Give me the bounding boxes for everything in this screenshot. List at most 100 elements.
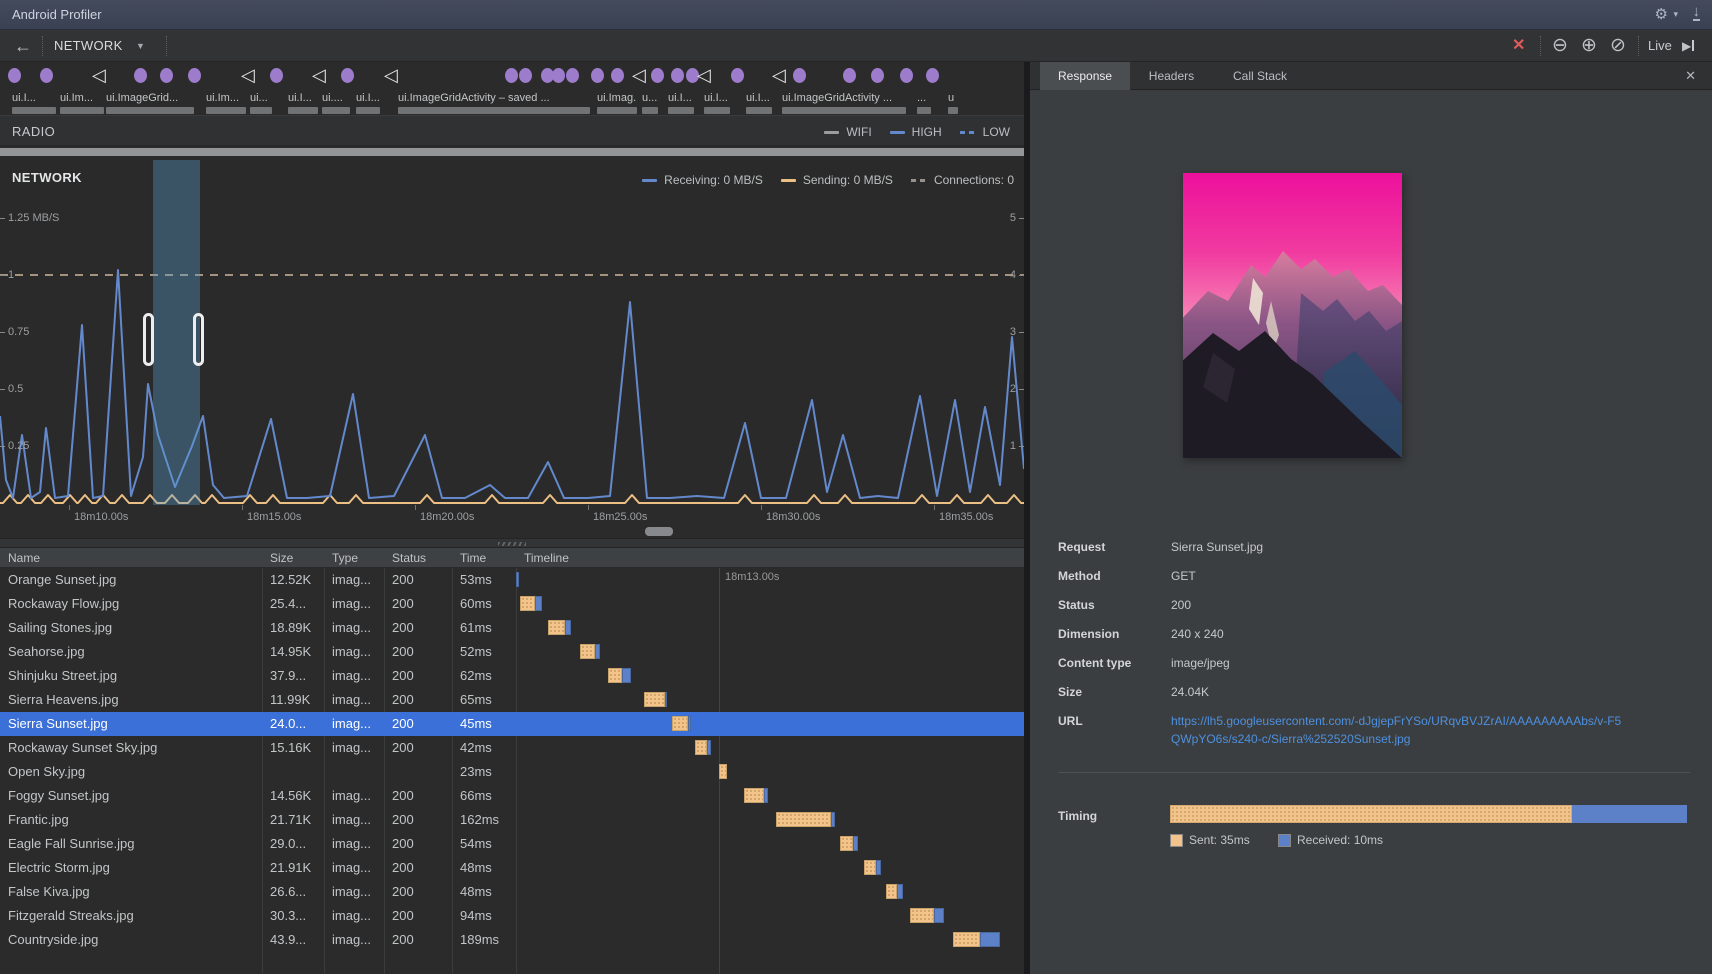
cell-status: 200 [392, 904, 450, 928]
timeline-received-bar [665, 692, 667, 707]
column-header-time[interactable]: Time [460, 548, 514, 568]
selection-handle-right[interactable] [193, 313, 204, 366]
table-row[interactable]: Shinjuku Street.jpg37.9...imag...20062ms [0, 664, 1024, 688]
zoom-in-icon[interactable]: ⊕ [1581, 30, 1597, 62]
cell-size: 14.56K [270, 784, 322, 808]
activity-label: ui.ImageGridActivity – saved ... [398, 92, 590, 105]
table-row[interactable]: Sierra Heavens.jpg11.99Kimag...20065ms [0, 688, 1024, 712]
y-axis-label: 1 [1010, 440, 1016, 452]
cell-type: imag... [332, 616, 382, 640]
timeline-sent-bar [840, 836, 853, 851]
activity-event-dot-icon [871, 68, 884, 83]
timeline-sent-bar [548, 620, 565, 635]
cell-name: Foggy Sunset.jpg [8, 784, 258, 808]
table-row[interactable]: Sailing Stones.jpg18.89Kimag...20061ms [0, 616, 1024, 640]
url-link[interactable]: https://lh5.googleusercontent.com/-dJgje… [1171, 714, 1621, 728]
url-link[interactable]: QWpYO6s/s240-c/Sierra%252520Sunset.jpg [1171, 732, 1410, 746]
cell-type: imag... [332, 904, 382, 928]
cell-status: 200 [392, 568, 450, 592]
tab-headers[interactable]: Headers [1131, 62, 1212, 90]
download-icon[interactable]: ↓ [1693, 5, 1701, 21]
cell-status: 200 [392, 688, 450, 712]
end-session-icon[interactable]: ✕ [1512, 30, 1525, 62]
x-axis-label: 18m20.00s [420, 511, 474, 523]
cell-size: 11.99K [270, 688, 322, 712]
cell-status: 200 [392, 832, 450, 856]
zoom-out-icon[interactable]: ⊖ [1552, 30, 1568, 62]
table-row[interactable]: Open Sky.jpg 23ms [0, 760, 1024, 784]
back-arrow-icon[interactable]: ← [14, 30, 32, 62]
timeline-received-bar [934, 908, 944, 923]
activity-event-dot-icon [900, 68, 913, 83]
y-axis-label: 1.25 MB/S [8, 212, 59, 224]
table-row[interactable]: Foggy Sunset.jpg14.56Kimag...20066ms [0, 784, 1024, 808]
cell-name: Shinjuku Street.jpg [8, 664, 258, 688]
detail-label: Size [1058, 685, 1082, 699]
column-header-name[interactable]: Name [8, 548, 260, 568]
cell-status: 200 [392, 664, 450, 688]
session-dropdown[interactable]: NETWORK [54, 30, 123, 62]
table-row[interactable]: Electric Storm.jpg21.91Kimag...20048ms [0, 856, 1024, 880]
timing-legend-received: Received: 10ms [1278, 833, 1383, 847]
table-row[interactable]: Rockaway Sunset Sky.jpg15.16Kimag...2004… [0, 736, 1024, 760]
y-axis-label: 1 [8, 269, 14, 281]
cell-time: 60ms [460, 592, 514, 616]
timing-bar [1170, 805, 1687, 823]
table-row[interactable]: Countryside.jpg43.9...imag...200189ms [0, 928, 1024, 952]
activity-label: ... [917, 92, 931, 105]
cell-time: 61ms [460, 616, 514, 640]
y-axis-tick [0, 275, 5, 276]
timeline-sent-bar [719, 764, 727, 779]
table-header: Name Size Type Status Time Timeline [0, 548, 1024, 568]
table-row[interactable]: Seahorse.jpg14.95Kimag...20052ms [0, 640, 1024, 664]
gear-caret-icon[interactable]: ▾ [1673, 9, 1678, 20]
legend-item: Sending: 0 MB/S [781, 173, 893, 187]
cell-time: 94ms [460, 904, 514, 928]
table-row[interactable]: Frantic.jpg21.71Kimag...200162ms [0, 808, 1024, 832]
column-header-size[interactable]: Size [270, 548, 322, 568]
table-row[interactable]: Fitzgerald Streaks.jpg30.3...imag...2009… [0, 904, 1024, 928]
details-divider [1058, 772, 1690, 773]
detail-value: GET [1171, 569, 1196, 583]
cell-size: 29.0... [270, 832, 322, 856]
cell-time: 23ms [460, 760, 514, 784]
received-legend-label: Received: 10ms [1297, 833, 1383, 847]
profiler-toolbar: ← NETWORK ▼ ✕ ⊖ ⊕ ⊘ Live ▶ [0, 30, 1712, 62]
tab-call-stack[interactable]: Call Stack [1215, 62, 1305, 90]
table-row[interactable]: Eagle Fall Sunrise.jpg29.0...imag...2005… [0, 832, 1024, 856]
cell-type: imag... [332, 856, 382, 880]
live-button[interactable]: Live [1648, 30, 1672, 62]
cell-status: 200 [392, 880, 450, 904]
legend-swatch-icon [824, 131, 839, 134]
toolbar-separator [42, 36, 43, 56]
column-header-type[interactable]: Type [332, 548, 382, 568]
table-row[interactable]: Orange Sunset.jpg12.52Kimag...20053ms [0, 568, 1024, 592]
network-chart[interactable]: NETWORK Receiving: 0 MB/SSending: 0 MB/S… [0, 160, 1024, 505]
table-row[interactable]: Sierra Sunset.jpg24.0...imag...20045ms [0, 712, 1024, 736]
y-axis-tick [0, 332, 5, 333]
activity-lifetime-bar [106, 107, 194, 114]
back-event-triangle-icon: ◁ [312, 63, 326, 87]
sent-swatch-icon [1170, 834, 1183, 847]
activity-event-dot-icon [188, 68, 201, 83]
column-header-status[interactable]: Status [392, 548, 450, 568]
selection-handle-left[interactable] [143, 313, 154, 366]
gear-icon[interactable]: ⚙ [1655, 5, 1668, 23]
skip-to-end-icon[interactable]: ▶ [1682, 30, 1694, 62]
x-axis-label: 18m30.00s [766, 511, 820, 523]
splitter-grip-icon [498, 542, 526, 546]
y-axis-label: 0.25 [8, 440, 29, 452]
column-header-timeline[interactable]: Timeline [524, 548, 1022, 568]
tab-response[interactable]: Response [1040, 62, 1130, 90]
table-row[interactable]: Rockaway Flow.jpg25.4...imag...20060ms [0, 592, 1024, 616]
horizontal-scrollbar-thumb[interactable] [645, 527, 673, 536]
close-details-icon[interactable]: ✕ [1685, 62, 1696, 90]
cell-name: Open Sky.jpg [8, 760, 258, 784]
pane-splitter[interactable] [0, 538, 1024, 548]
chevron-down-icon[interactable]: ▼ [136, 30, 145, 62]
table-row[interactable]: False Kiva.jpg26.6...imag...20048ms [0, 880, 1024, 904]
cell-time: 52ms [460, 640, 514, 664]
reset-zoom-icon[interactable]: ⊘ [1610, 30, 1626, 62]
timeline-sent-bar [695, 740, 707, 755]
cell-name: Sierra Heavens.jpg [8, 688, 258, 712]
